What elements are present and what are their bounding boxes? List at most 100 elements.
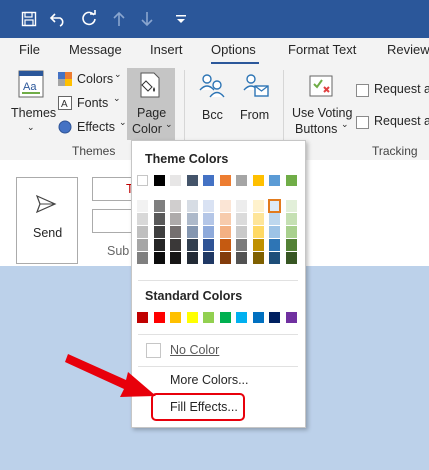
theme-shade-swatch[interactable] <box>153 252 165 264</box>
theme-shade-swatch[interactable] <box>153 213 165 225</box>
tab-file[interactable]: File <box>19 42 40 57</box>
more-colors-item[interactable]: More Colors... <box>138 370 298 392</box>
theme-shade-swatch[interactable] <box>186 226 198 238</box>
theme-shade-swatch[interactable] <box>219 200 231 212</box>
theme-shade-swatch[interactable] <box>236 213 247 225</box>
theme-shade-swatch[interactable] <box>268 199 281 213</box>
theme-shade-swatch[interactable] <box>153 226 165 238</box>
use-voting-buttons[interactable]: Use Voting Buttons ⌄ <box>291 68 352 140</box>
standard-color-swatch[interactable] <box>236 312 247 323</box>
theme-color-swatch[interactable] <box>252 175 264 186</box>
cc-button[interactable] <box>92 209 134 233</box>
bcc-button[interactable]: Bcc <box>194 68 230 128</box>
theme-color-swatch[interactable] <box>236 175 247 186</box>
theme-color-swatch[interactable] <box>203 175 214 186</box>
theme-shade-swatch[interactable] <box>285 226 297 238</box>
theme-shade-swatch[interactable] <box>153 200 165 212</box>
theme-shade-swatch[interactable] <box>252 252 264 264</box>
theme-color-swatch[interactable] <box>269 175 280 186</box>
colors-button[interactable]: Colors ⌄ <box>58 69 126 90</box>
theme-shade-swatch[interactable] <box>170 252 181 264</box>
fonts-button[interactable]: A Fonts ⌄ <box>58 93 126 114</box>
standard-color-swatch[interactable] <box>186 312 198 323</box>
theme-color-swatch[interactable] <box>137 175 148 186</box>
standard-color-swatch[interactable] <box>153 312 165 323</box>
theme-shade-swatch[interactable] <box>153 239 165 251</box>
standard-color-swatch[interactable] <box>285 312 297 323</box>
effects-button[interactable]: Effects ⌄ <box>58 117 127 138</box>
theme-shade-swatch[interactable] <box>186 252 198 264</box>
tab-message[interactable]: Message <box>69 42 122 57</box>
theme-color-swatch[interactable] <box>285 175 297 186</box>
theme-shade-swatch[interactable] <box>137 252 148 264</box>
standard-color-swatch[interactable] <box>203 312 214 323</box>
theme-shade-swatch[interactable] <box>219 239 231 251</box>
theme-shade-swatch[interactable] <box>137 239 148 251</box>
theme-shade-swatch[interactable] <box>203 252 214 264</box>
down-arrow-icon[interactable] <box>136 8 158 30</box>
theme-color-swatch[interactable] <box>170 175 181 186</box>
theme-shade-swatch[interactable] <box>203 213 214 225</box>
theme-shade-swatch[interactable] <box>203 200 214 212</box>
standard-color-swatch[interactable] <box>137 312 148 323</box>
theme-shade-swatch[interactable] <box>170 200 181 212</box>
theme-shade-swatch[interactable] <box>137 213 148 225</box>
theme-shade-swatch[interactable] <box>170 226 181 238</box>
theme-shade-swatch[interactable] <box>252 213 264 225</box>
to-button[interactable]: T <box>92 177 134 201</box>
undo-icon[interactable] <box>47 8 69 30</box>
tab-options[interactable]: Options <box>211 42 256 57</box>
theme-shade-swatch[interactable] <box>252 226 264 238</box>
standard-color-swatch[interactable] <box>252 312 264 323</box>
send-button[interactable]: Send <box>16 177 78 264</box>
standard-color-swatch[interactable] <box>219 312 231 323</box>
customize-chevron-icon[interactable] <box>170 8 192 30</box>
theme-shade-swatch[interactable] <box>285 239 297 251</box>
redo-icon[interactable] <box>78 8 100 30</box>
page-color-label-line1: Page <box>137 106 167 120</box>
theme-shade-swatch[interactable] <box>269 226 280 238</box>
theme-color-swatch[interactable] <box>219 175 231 186</box>
theme-shade-swatch[interactable] <box>170 239 181 251</box>
theme-shade-swatch[interactable] <box>269 252 280 264</box>
theme-shade-swatch[interactable] <box>269 213 280 225</box>
theme-shade-swatch[interactable] <box>285 200 297 212</box>
page-color-button[interactable]: Page Color ⌄ <box>127 68 175 140</box>
theme-shade-swatch[interactable] <box>252 200 264 212</box>
theme-shade-swatch[interactable] <box>236 200 247 212</box>
tab-insert[interactable]: Insert <box>150 42 183 57</box>
theme-shade-swatch[interactable] <box>170 213 181 225</box>
theme-shade-swatch[interactable] <box>236 239 247 251</box>
theme-color-swatch[interactable] <box>186 175 198 186</box>
checkbox[interactable] <box>356 84 369 97</box>
tab-format-text[interactable]: Format Text <box>288 42 356 57</box>
theme-shade-swatch[interactable] <box>285 252 297 264</box>
theme-shade-swatch[interactable] <box>219 226 231 238</box>
theme-shade-swatch[interactable] <box>203 239 214 251</box>
theme-shade-swatch[interactable] <box>137 200 148 212</box>
theme-shade-swatch[interactable] <box>236 226 247 238</box>
checkbox[interactable] <box>356 116 369 129</box>
theme-shade-swatch[interactable] <box>203 226 214 238</box>
request-checkbox-2[interactable]: Request a <box>356 114 429 132</box>
tab-review[interactable]: Review <box>387 42 429 57</box>
theme-shade-swatch[interactable] <box>219 213 231 225</box>
up-arrow-icon[interactable] <box>108 8 130 30</box>
save-icon[interactable] <box>18 8 40 30</box>
from-button[interactable]: From <box>236 68 276 128</box>
theme-shade-swatch[interactable] <box>186 200 198 212</box>
standard-color-swatch[interactable] <box>170 312 181 323</box>
theme-shade-swatch[interactable] <box>137 226 148 238</box>
theme-color-swatch[interactable] <box>153 175 165 186</box>
theme-shade-swatch[interactable] <box>219 252 231 264</box>
request-checkbox-1[interactable]: Request a <box>356 82 429 100</box>
theme-shade-swatch[interactable] <box>269 239 280 251</box>
theme-shade-swatch[interactable] <box>285 213 297 225</box>
theme-shade-swatch[interactable] <box>186 239 198 251</box>
theme-shade-swatch[interactable] <box>252 239 264 251</box>
no-color-item[interactable]: No Color <box>138 340 298 362</box>
theme-shade-swatch[interactable] <box>186 213 198 225</box>
themes-button[interactable]: Aa Themes ⌄ <box>8 68 56 138</box>
theme-shade-swatch[interactable] <box>236 252 247 264</box>
standard-color-swatch[interactable] <box>269 312 280 323</box>
